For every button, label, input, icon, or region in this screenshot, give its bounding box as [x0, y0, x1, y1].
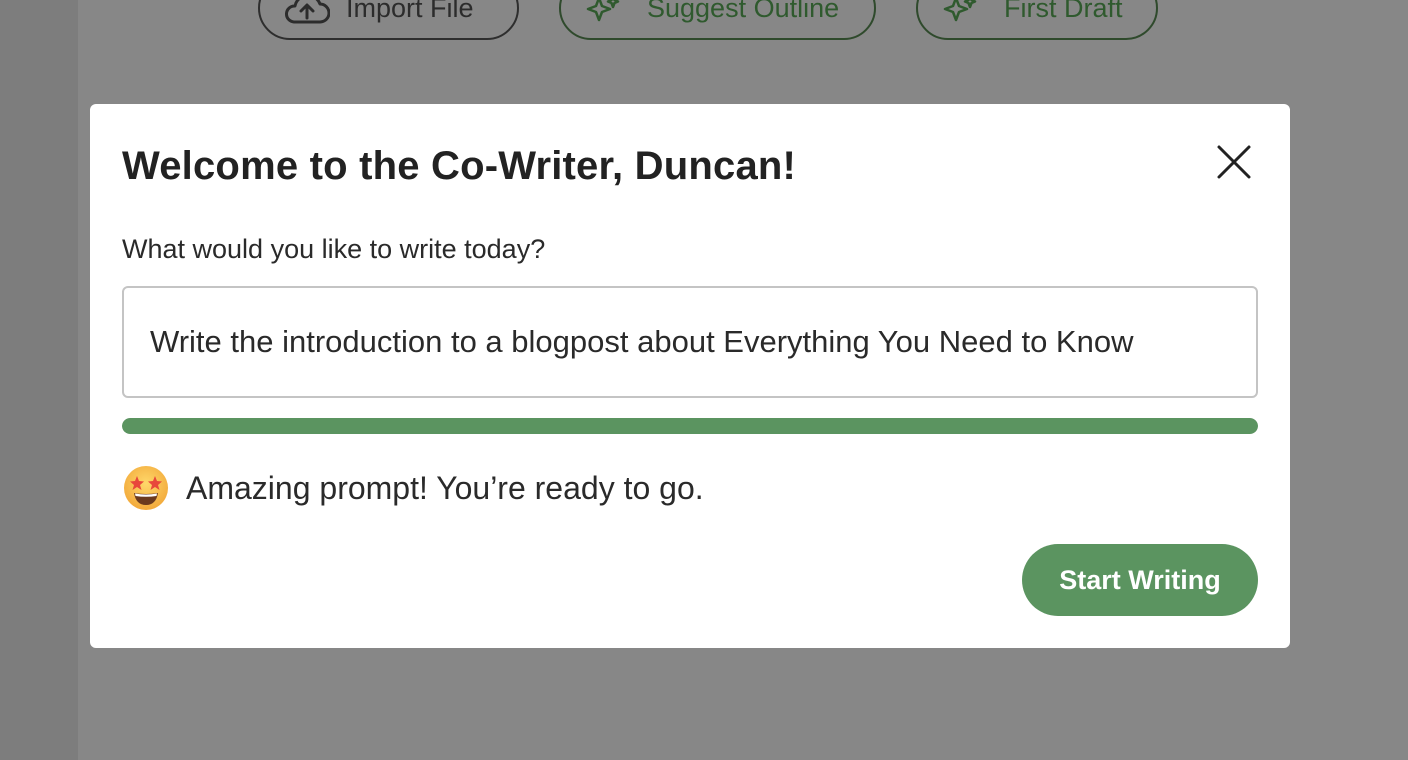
prompt-strength-bar	[122, 418, 1258, 434]
cloud-upload-icon	[284, 0, 330, 24]
prompt-strength-fill	[122, 418, 1258, 434]
first-draft-button[interactable]: First Draft	[916, 0, 1158, 40]
sparkle-icon	[942, 0, 988, 24]
prompt-feedback: Amazing prompt! You’re ready to go.	[122, 464, 704, 512]
feedback-text: Amazing prompt! You’re ready to go.	[186, 469, 704, 506]
import-file-button[interactable]: Import File	[258, 0, 519, 40]
sparkle-icon	[585, 0, 631, 24]
star-struck-emoji-icon	[124, 466, 168, 510]
prompt-label: What would you like to write today?	[122, 234, 546, 264]
page-left-rail	[0, 0, 78, 760]
welcome-modal: Welcome to the Co-Writer, Duncan! What w…	[90, 104, 1290, 648]
prompt-input[interactable]	[122, 286, 1258, 398]
suggest-outline-label: Suggest Outline	[647, 0, 840, 23]
first-draft-label: First Draft	[1004, 0, 1123, 23]
import-file-label: Import File	[346, 0, 474, 23]
suggest-outline-button[interactable]: Suggest Outline	[559, 0, 876, 40]
close-button[interactable]	[1210, 138, 1258, 186]
start-writing-button[interactable]: Start Writing	[1022, 544, 1258, 616]
close-icon	[1217, 145, 1251, 179]
modal-title: Welcome to the Co-Writer, Duncan!	[122, 144, 797, 188]
